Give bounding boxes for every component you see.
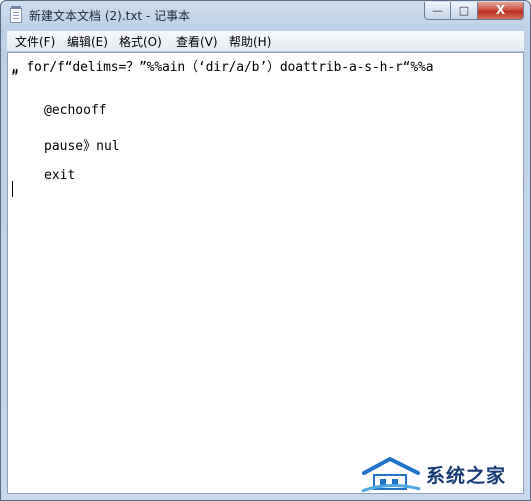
notepad-window: 新建文本文档 (2).txt - 记事本 — □ X 文件(F) 编辑(E) 格… (0, 0, 531, 501)
close-button[interactable]: X (478, 2, 524, 20)
text-line-4: pause》nul (44, 139, 120, 154)
menu-bar: 文件(F) 编辑(E) 格式(O) 查看(V) 帮助(H) (7, 31, 524, 52)
text-editor[interactable]: „ for/f“delims=？”%%ain（‘dir/a/b’）doattri… (7, 52, 524, 494)
menu-file[interactable]: 文件(F) (15, 33, 55, 50)
watermark: 系统之家 (360, 455, 525, 495)
maximize-button[interactable]: □ (451, 2, 478, 20)
text-line-3: @echooff (44, 103, 107, 118)
text-line-5: exit (44, 168, 76, 183)
minimize-button[interactable]: — (424, 2, 451, 20)
window-title: 新建文本文档 (2).txt - 记事本 (29, 9, 191, 23)
watermark-text: 系统之家 (426, 465, 507, 487)
menu-format[interactable]: 格式(O) (119, 33, 162, 50)
title-bar[interactable]: 新建文本文档 (2).txt - 记事本 — □ X (1, 1, 530, 31)
house-logo-icon (361, 456, 421, 493)
text-caret (12, 181, 13, 197)
text-line-1: „ for/f“delims=？”%%ain（‘dir/a/b’）doattri… (11, 60, 434, 75)
menu-help[interactable]: 帮助(H) (229, 33, 271, 50)
notepad-icon[interactable] (10, 6, 22, 23)
menu-edit[interactable]: 编辑(E) (67, 33, 108, 50)
text-line-2: ” (11, 70, 19, 85)
menu-view[interactable]: 查看(V) (176, 33, 218, 50)
